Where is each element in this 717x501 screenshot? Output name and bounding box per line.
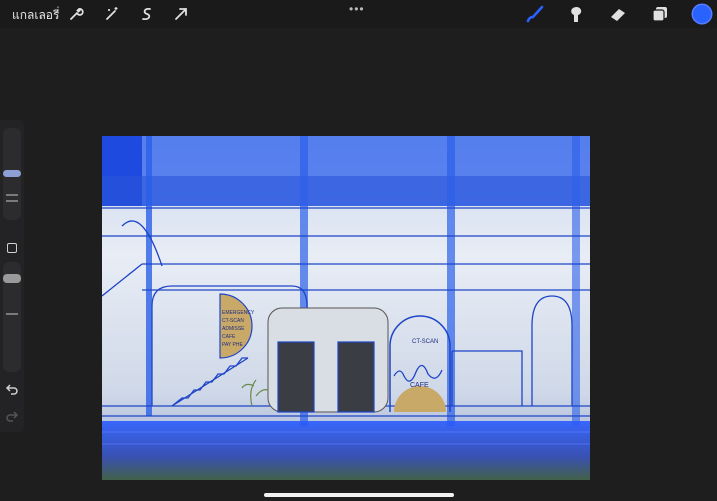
redo-icon[interactable] [5, 409, 19, 428]
magic-wand-icon[interactable] [101, 3, 123, 25]
sign-payphe: PAY PHE [222, 342, 244, 348]
brush-size-thumb[interactable] [3, 170, 21, 177]
selection-s-icon[interactable] [136, 3, 158, 25]
layers-icon[interactable] [649, 3, 671, 25]
sign-emergency: EMERGENCY [222, 310, 255, 316]
brush-icon[interactable] [524, 3, 546, 25]
sign-ct-scan: CT-SCAN [412, 339, 438, 345]
undo-icon[interactable] [5, 382, 19, 401]
home-indicator[interactable] [264, 493, 454, 497]
eraser-icon[interactable] [607, 3, 629, 25]
drawing-canvas[interactable]: EMERGENCY CT-SCAN ADMISSE CAFE PAY PHE C… [102, 136, 590, 480]
slider-tick [6, 313, 18, 315]
sign-cafe: CAFE [222, 334, 236, 340]
gallery-button[interactable]: แกลเลอรี่ [12, 6, 59, 25]
sign-cafe-label: CAFE [410, 382, 429, 389]
smudge-icon[interactable] [565, 3, 587, 25]
opacity-thumb[interactable] [3, 274, 21, 283]
slider-tick [6, 194, 18, 196]
wrench-icon[interactable] [65, 3, 87, 25]
sketch-artwork: EMERGENCY CT-SCAN ADMISSE CAFE PAY PHE C… [102, 136, 590, 480]
arrow-cursor-icon[interactable] [170, 3, 192, 25]
color-picker-button[interactable] [693, 5, 711, 23]
left-sidebar [0, 120, 24, 432]
modify-square-button[interactable] [7, 243, 17, 253]
sign-admisse: ADMISSE [222, 326, 245, 332]
slider-tick [6, 200, 18, 202]
top-toolbar: แกลเลอรี่ ••• [0, 0, 717, 28]
sign-ctscan: CT-SCAN [222, 318, 244, 324]
more-options-button[interactable]: ••• [349, 2, 365, 16]
